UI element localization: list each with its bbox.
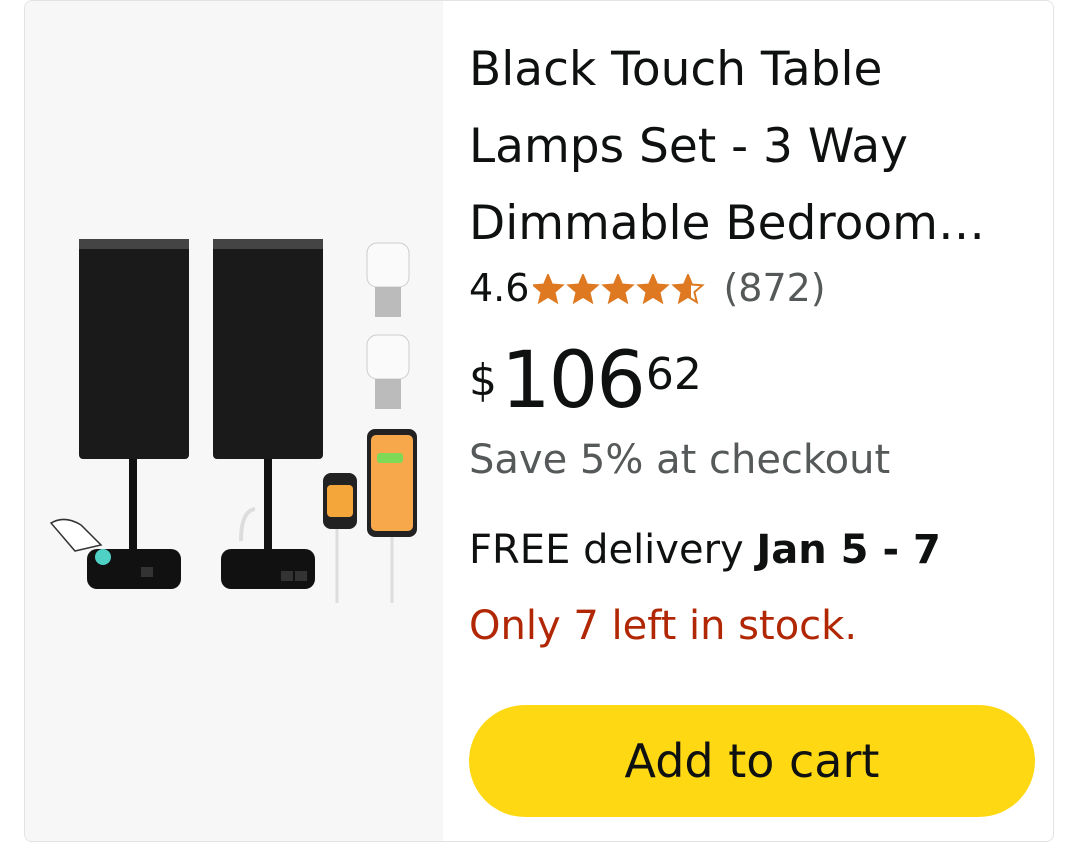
- star-rating-icon: [531, 269, 709, 313]
- product-image[interactable]: [25, 1, 443, 841]
- add-to-cart-button[interactable]: Add to cart: [469, 705, 1035, 817]
- stock-status: Only 7 left in stock.: [469, 603, 858, 649]
- rating-value: 4.6: [469, 266, 530, 310]
- delivery-prefix: FREE delivery: [469, 527, 757, 573]
- star-fill-4: [639, 275, 668, 303]
- lamp-product-photo: [49, 239, 417, 603]
- rating-row[interactable]: 4.6 (872): [469, 263, 826, 313]
- savings-text: Save 5% at checkout: [469, 437, 891, 483]
- price-fraction: 62: [645, 349, 702, 400]
- product-card[interactable]: Black Touch Table Lamps Set - 3 Way Dimm…: [24, 0, 1054, 842]
- star-fill-1: [534, 275, 563, 303]
- price-whole: 106: [501, 336, 646, 426]
- product-title[interactable]: Black Touch Table Lamps Set - 3 Way Dimm…: [469, 31, 1029, 262]
- price: $ 106 62: [469, 339, 702, 423]
- delivery-info: FREE delivery Jan 5 - 7: [469, 527, 941, 573]
- price-symbol: $: [469, 355, 497, 406]
- delivery-date: Jan 5 - 7: [756, 527, 941, 573]
- star-fill-2: [569, 275, 598, 303]
- star-fill-3: [604, 275, 633, 303]
- review-count[interactable]: (872): [723, 266, 825, 310]
